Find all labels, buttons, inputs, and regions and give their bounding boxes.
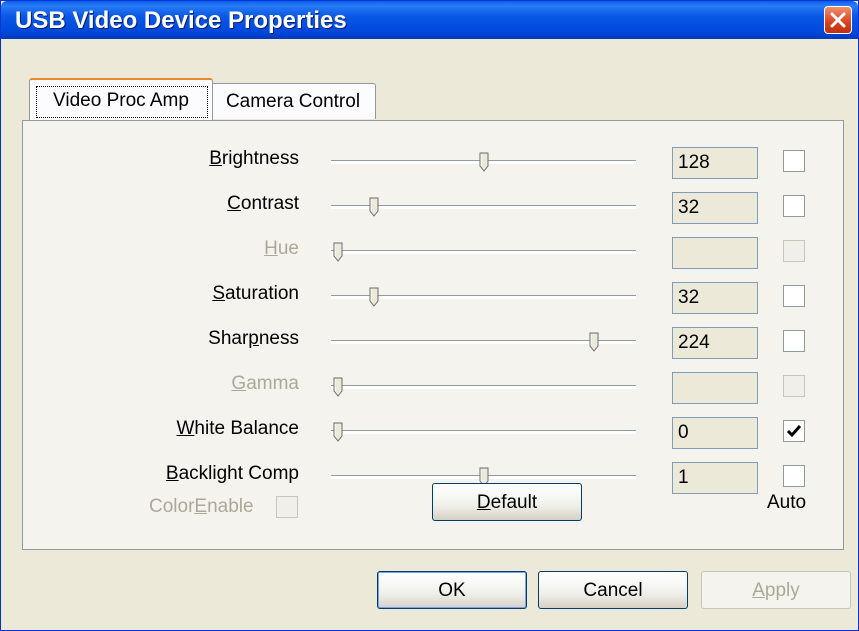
color-enable-checkbox[interactable] <box>276 496 298 518</box>
auto-checkbox[interactable] <box>783 330 805 352</box>
slider-thumb[interactable] <box>333 242 343 262</box>
auto-checkbox[interactable] <box>783 195 805 217</box>
tab-camera-control[interactable]: Camera Control <box>210 83 376 119</box>
tab-label: Video Proc Amp <box>53 90 189 111</box>
value-field[interactable]: 128 <box>672 147 758 179</box>
auto-checkbox[interactable] <box>783 375 805 397</box>
row-label: Gamma <box>231 373 299 394</box>
value-field[interactable]: 32 <box>672 192 758 224</box>
row-label: Contrast <box>227 193 299 214</box>
value-field[interactable]: 32 <box>672 282 758 314</box>
slider-thumb[interactable] <box>333 422 343 442</box>
row-label: Saturation <box>212 283 299 304</box>
ok-button[interactable]: OK <box>377 571 527 609</box>
slider-thumb[interactable] <box>369 287 379 307</box>
auto-column-header: Auto <box>767 492 807 513</box>
close-icon <box>830 12 846 28</box>
row-label: Brightness <box>209 148 299 169</box>
auto-checkbox[interactable] <box>783 240 805 262</box>
close-button[interactable] <box>824 6 852 34</box>
window-title: USB Video Device Properties <box>15 7 347 34</box>
slider-track[interactable] <box>331 250 636 254</box>
tab-label: Camera Control <box>225 91 361 112</box>
slider-track[interactable] <box>331 385 636 389</box>
value-field[interactable]: 1 <box>672 462 758 494</box>
row-label: Backlight Comp <box>165 463 299 484</box>
slider-thumb[interactable] <box>369 197 379 217</box>
auto-checkbox[interactable] <box>783 420 805 442</box>
slider-thumb[interactable] <box>479 152 489 172</box>
row-label: White Balance <box>176 418 299 439</box>
slider-track[interactable] <box>331 430 636 434</box>
color-enable-label: ColorEnable <box>149 496 254 517</box>
value-field[interactable] <box>672 372 758 404</box>
default-button[interactable]: Default <box>432 483 582 521</box>
row-label: Sharpness <box>208 328 299 349</box>
value-field[interactable]: 224 <box>672 327 758 359</box>
apply-button[interactable]: Apply <box>701 571 851 609</box>
slider-thumb[interactable] <box>333 377 343 397</box>
value-field[interactable] <box>672 237 758 269</box>
auto-checkbox[interactable] <box>783 285 805 307</box>
auto-checkbox[interactable] <box>783 465 805 487</box>
slider-thumb[interactable] <box>589 332 599 352</box>
row-label: Hue <box>264 238 299 259</box>
title-bar[interactable]: USB Video Device Properties <box>1 1 858 39</box>
auto-checkbox[interactable] <box>783 150 805 172</box>
value-field[interactable]: 0 <box>672 417 758 449</box>
checkmark-icon <box>786 425 802 438</box>
cancel-button[interactable]: Cancel <box>538 571 688 609</box>
properties-dialog: USB Video Device Properties Video Proc A… <box>0 0 859 631</box>
tab-video-proc-amp[interactable]: Video Proc Amp <box>29 78 213 120</box>
